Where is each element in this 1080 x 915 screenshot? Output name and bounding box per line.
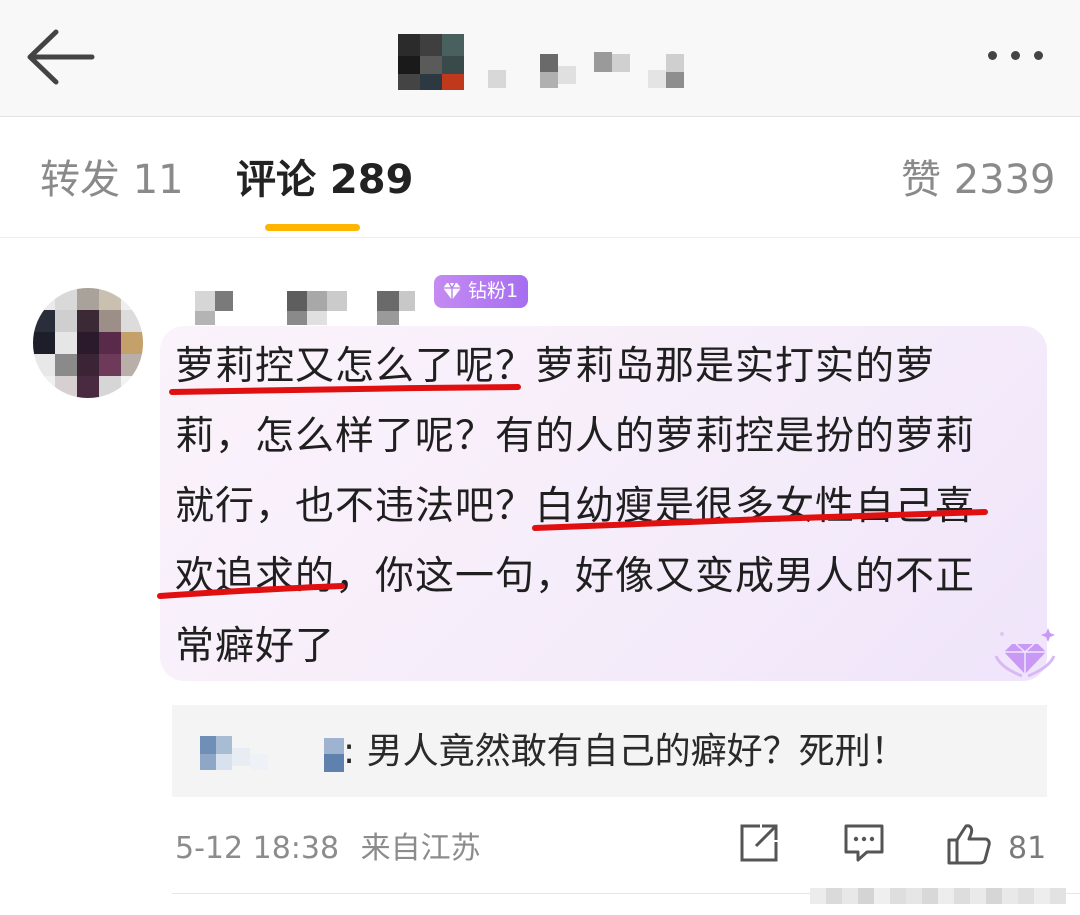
reply-username[interactable] xyxy=(200,730,345,775)
share-icon xyxy=(740,824,778,862)
reply-button[interactable] xyxy=(843,822,885,864)
comment-line: 常癖好了 xyxy=(175,624,336,669)
like-button[interactable] xyxy=(946,822,992,866)
comment-time: 5-12 18:38 xyxy=(175,831,340,866)
comment-line: 萝莉控又怎么了呢？萝莉岛那是实打实的萝 xyxy=(175,344,936,389)
badge-label: 钻粉1 xyxy=(468,280,519,302)
reply-text: : 男人竟然敢有自己的癖好？死刑！ xyxy=(343,731,907,772)
comment-line: 就行，也不违法吧？白幼瘦是很多女性自己喜 xyxy=(175,484,976,529)
comment-username[interactable] xyxy=(195,285,425,325)
page-title xyxy=(390,30,710,100)
more-dots-icon xyxy=(988,51,997,60)
back-arrow-icon xyxy=(27,29,95,85)
comment-line: 莉，怎么样了呢？有的人的萝莉控是扮的萝莉 xyxy=(175,414,976,459)
diamond-decoration-icon xyxy=(994,628,1056,678)
tab-likes[interactable]: 赞 2339 xyxy=(901,156,1056,204)
comment-icon xyxy=(844,824,884,862)
comment-location: 来自江苏 xyxy=(360,831,481,866)
watermark xyxy=(800,880,1080,915)
top-bar xyxy=(0,0,1080,117)
thumbs-up-icon xyxy=(947,824,991,865)
avatar[interactable] xyxy=(33,288,143,398)
comment-meta: 5-12 18:38 来自江苏 xyxy=(175,829,481,869)
tab-reposts[interactable]: 转发 11 xyxy=(40,156,184,204)
fan-badge[interactable]: 钻粉1 xyxy=(434,275,528,308)
comment-line: 欢追求的，你这一句，好像又变成男人的不正 xyxy=(175,554,976,599)
more-button[interactable] xyxy=(980,38,1060,74)
diamond-icon xyxy=(443,282,461,300)
share-button[interactable] xyxy=(738,822,780,864)
back-button[interactable] xyxy=(22,22,102,92)
like-count: 81 xyxy=(1008,831,1047,866)
tab-comments[interactable]: 评论 289 xyxy=(236,156,413,204)
comment-text: 萝莉控又怎么了呢？萝莉岛那是实打实的萝 莉，怎么样了呢？有的人的萝莉控是扮的萝莉… xyxy=(175,332,1025,682)
active-tab-indicator xyxy=(265,224,360,231)
tab-bar: 转发 11 评论 289 赞 2339 xyxy=(0,118,1080,238)
